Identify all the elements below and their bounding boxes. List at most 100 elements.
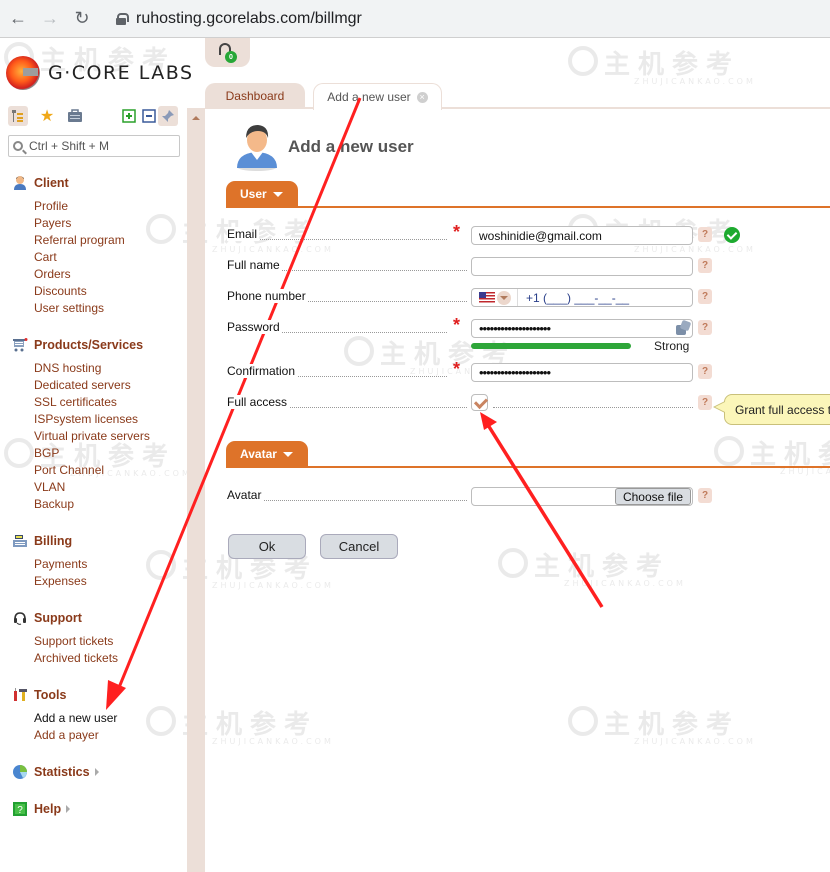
close-tab-icon[interactable]: × [416,91,428,103]
sidebar-item-orders[interactable]: Orders [34,266,125,283]
section-avatar-toggle[interactable]: Avatar [226,441,308,467]
form-row-password: Password * •••••••••••••••••••• ? [227,315,830,339]
back-arrow-icon[interactable]: ← [4,5,32,33]
full-access-label: Full access [227,395,290,409]
tab-add-a-new-user[interactable]: Add a new user × [313,83,442,110]
collapse-all-icon[interactable] [139,106,159,126]
help-icon[interactable]: ? [698,227,712,242]
full-name-field[interactable] [471,257,693,276]
sidebar-item-user-settings[interactable]: User settings [34,300,125,317]
search-icon [13,141,23,151]
sidebar-group-header[interactable]: Support [12,609,118,627]
sidebar-item-bgp[interactable]: BGP [34,445,150,462]
url-text: ruhosting.gcorelabs.com/billmgr [136,9,362,27]
sidebar-scrollbar[interactable] [187,108,205,872]
sidebar-group-header[interactable]: Tools [12,686,117,704]
email-label: Email [227,227,260,241]
help-icon[interactable]: ? [698,320,712,335]
sidebar-group-help[interactable]: ? Help [12,800,71,818]
avatar-label: Avatar [227,488,264,502]
form-row-full-name: Full name ? [227,255,830,277]
sidebar-item-virtual-private-servers[interactable]: Virtual private servers [34,428,150,445]
sidebar-item-profile[interactable]: Profile [34,198,125,215]
help-icon[interactable]: ? [698,488,712,503]
sidebar-item-backup[interactable]: Backup [34,496,150,513]
favorites-star-icon[interactable]: ★ [37,106,57,126]
sidebar-item-vlan[interactable]: VLAN [34,479,150,496]
watermark: 主机参考ZHUJICANKAO.COM [498,546,686,588]
user-avatar-icon [233,121,281,171]
form-row-avatar: Avatar Choose file ? [227,485,830,507]
sidebar-item-add-a-new-user[interactable]: Add a new user [34,710,117,727]
sidebar-group-header[interactable]: Billing [12,532,87,550]
confirmation-field[interactable]: •••••••••••••••••••• [471,363,693,382]
sidebar-group-statistics[interactable]: Statistics [12,763,99,781]
sidebar-item-archived-tickets[interactable]: Archived tickets [34,650,118,667]
sidebar-item-payments[interactable]: Payments [34,556,87,573]
sidebar-group-support: Support Support tickets Archived tickets [12,609,118,667]
cancel-button[interactable]: Cancel [320,534,398,559]
ok-button[interactable]: Ok [228,534,306,559]
notification-badge: 0 [225,51,237,63]
country-dropdown-icon[interactable] [497,290,511,305]
reload-icon[interactable]: ↻ [68,5,96,33]
sidebar-item-expenses[interactable]: Expenses [34,573,87,590]
support-notifications-button[interactable]: 0 [205,38,250,67]
expand-arrow-icon [66,805,71,813]
sidebar-item-discounts[interactable]: Discounts [34,283,125,300]
help-icon[interactable]: ? [698,289,712,304]
help-icon[interactable]: ? [698,395,712,410]
full-name-label: Full name [227,258,282,272]
valid-check-icon [724,227,740,243]
pie-chart-icon [12,764,28,780]
sidebar-group-client: Client Profile Payers Referral program C… [12,174,125,317]
forward-arrow-icon[interactable]: → [36,5,64,33]
sidebar-item-support-tickets[interactable]: Support tickets [34,633,118,650]
sidebar-group-header[interactable]: Client [12,174,125,192]
sidebar-group-header[interactable]: Products/Services [12,336,150,354]
phone-field[interactable]: +1 (___) ___-__-__ [471,288,693,307]
password-strength-bar [471,343,631,349]
confirmation-label: Confirmation [227,364,298,378]
address-bar[interactable]: ruhosting.gcorelabs.com/billmgr [108,4,830,33]
sidebar-item-dns-hosting[interactable]: DNS hosting [34,360,150,377]
help-icon[interactable]: ? [698,258,712,273]
sidebar-item-referral-program[interactable]: Referral program [34,232,125,249]
sidebar-item-ssl-certificates[interactable]: SSL certificates [34,394,150,411]
scroll-up-arrow-icon[interactable] [192,116,200,120]
sidebar-item-port-channel[interactable]: Port Channel [34,462,150,479]
avatar-file-field[interactable]: Choose file [471,487,693,506]
help-icon[interactable]: ? [698,364,712,379]
watermark: 主机参考ZHUJICANKAO.COM [714,434,830,476]
pin-icon[interactable] [158,106,178,126]
sidebar-item-dedicated-servers[interactable]: Dedicated servers [34,377,150,394]
form-row-phone: Phone number +1 (___) ___-__-__ ? [227,286,830,308]
sidebar-search-input[interactable]: Ctrl + Shift + M [8,135,180,157]
gcore-logo-mark-icon [6,56,40,90]
email-field[interactable]: woshinidie@gmail.com [471,226,693,245]
us-flag-icon [479,292,495,303]
password-field[interactable]: •••••••••••••••••••• [471,319,693,338]
password-label: Password [227,320,282,334]
tools-icon [12,687,28,703]
cart-icon [12,337,28,353]
expand-arrow-icon [94,768,99,776]
gcore-logo[interactable]: G·CORE LABS [6,56,194,90]
sidebar-item-cart[interactable]: Cart [34,249,125,266]
lock-icon [116,12,129,25]
sidebar-item-add-a-payer[interactable]: Add a payer [34,727,117,744]
required-marker: * [453,315,461,335]
generate-password-dice-icon[interactable] [676,321,690,335]
sidebar-item-payers[interactable]: Payers [34,215,125,232]
expand-all-icon[interactable] [119,106,139,126]
tree-view-icon[interactable] [8,106,28,126]
section-user-toggle[interactable]: User [226,181,298,207]
page-title: Add a new user [288,137,414,156]
tab-dashboard[interactable]: Dashboard [205,83,305,109]
section-divider [226,206,830,208]
sidebar-item-ispsystem-licenses[interactable]: ISPsystem licenses [34,411,150,428]
choose-file-button[interactable]: Choose file [614,488,691,505]
full-access-checkbox[interactable] [471,394,488,411]
briefcase-icon[interactable] [65,106,85,126]
annotation-arrow-head [480,412,497,430]
